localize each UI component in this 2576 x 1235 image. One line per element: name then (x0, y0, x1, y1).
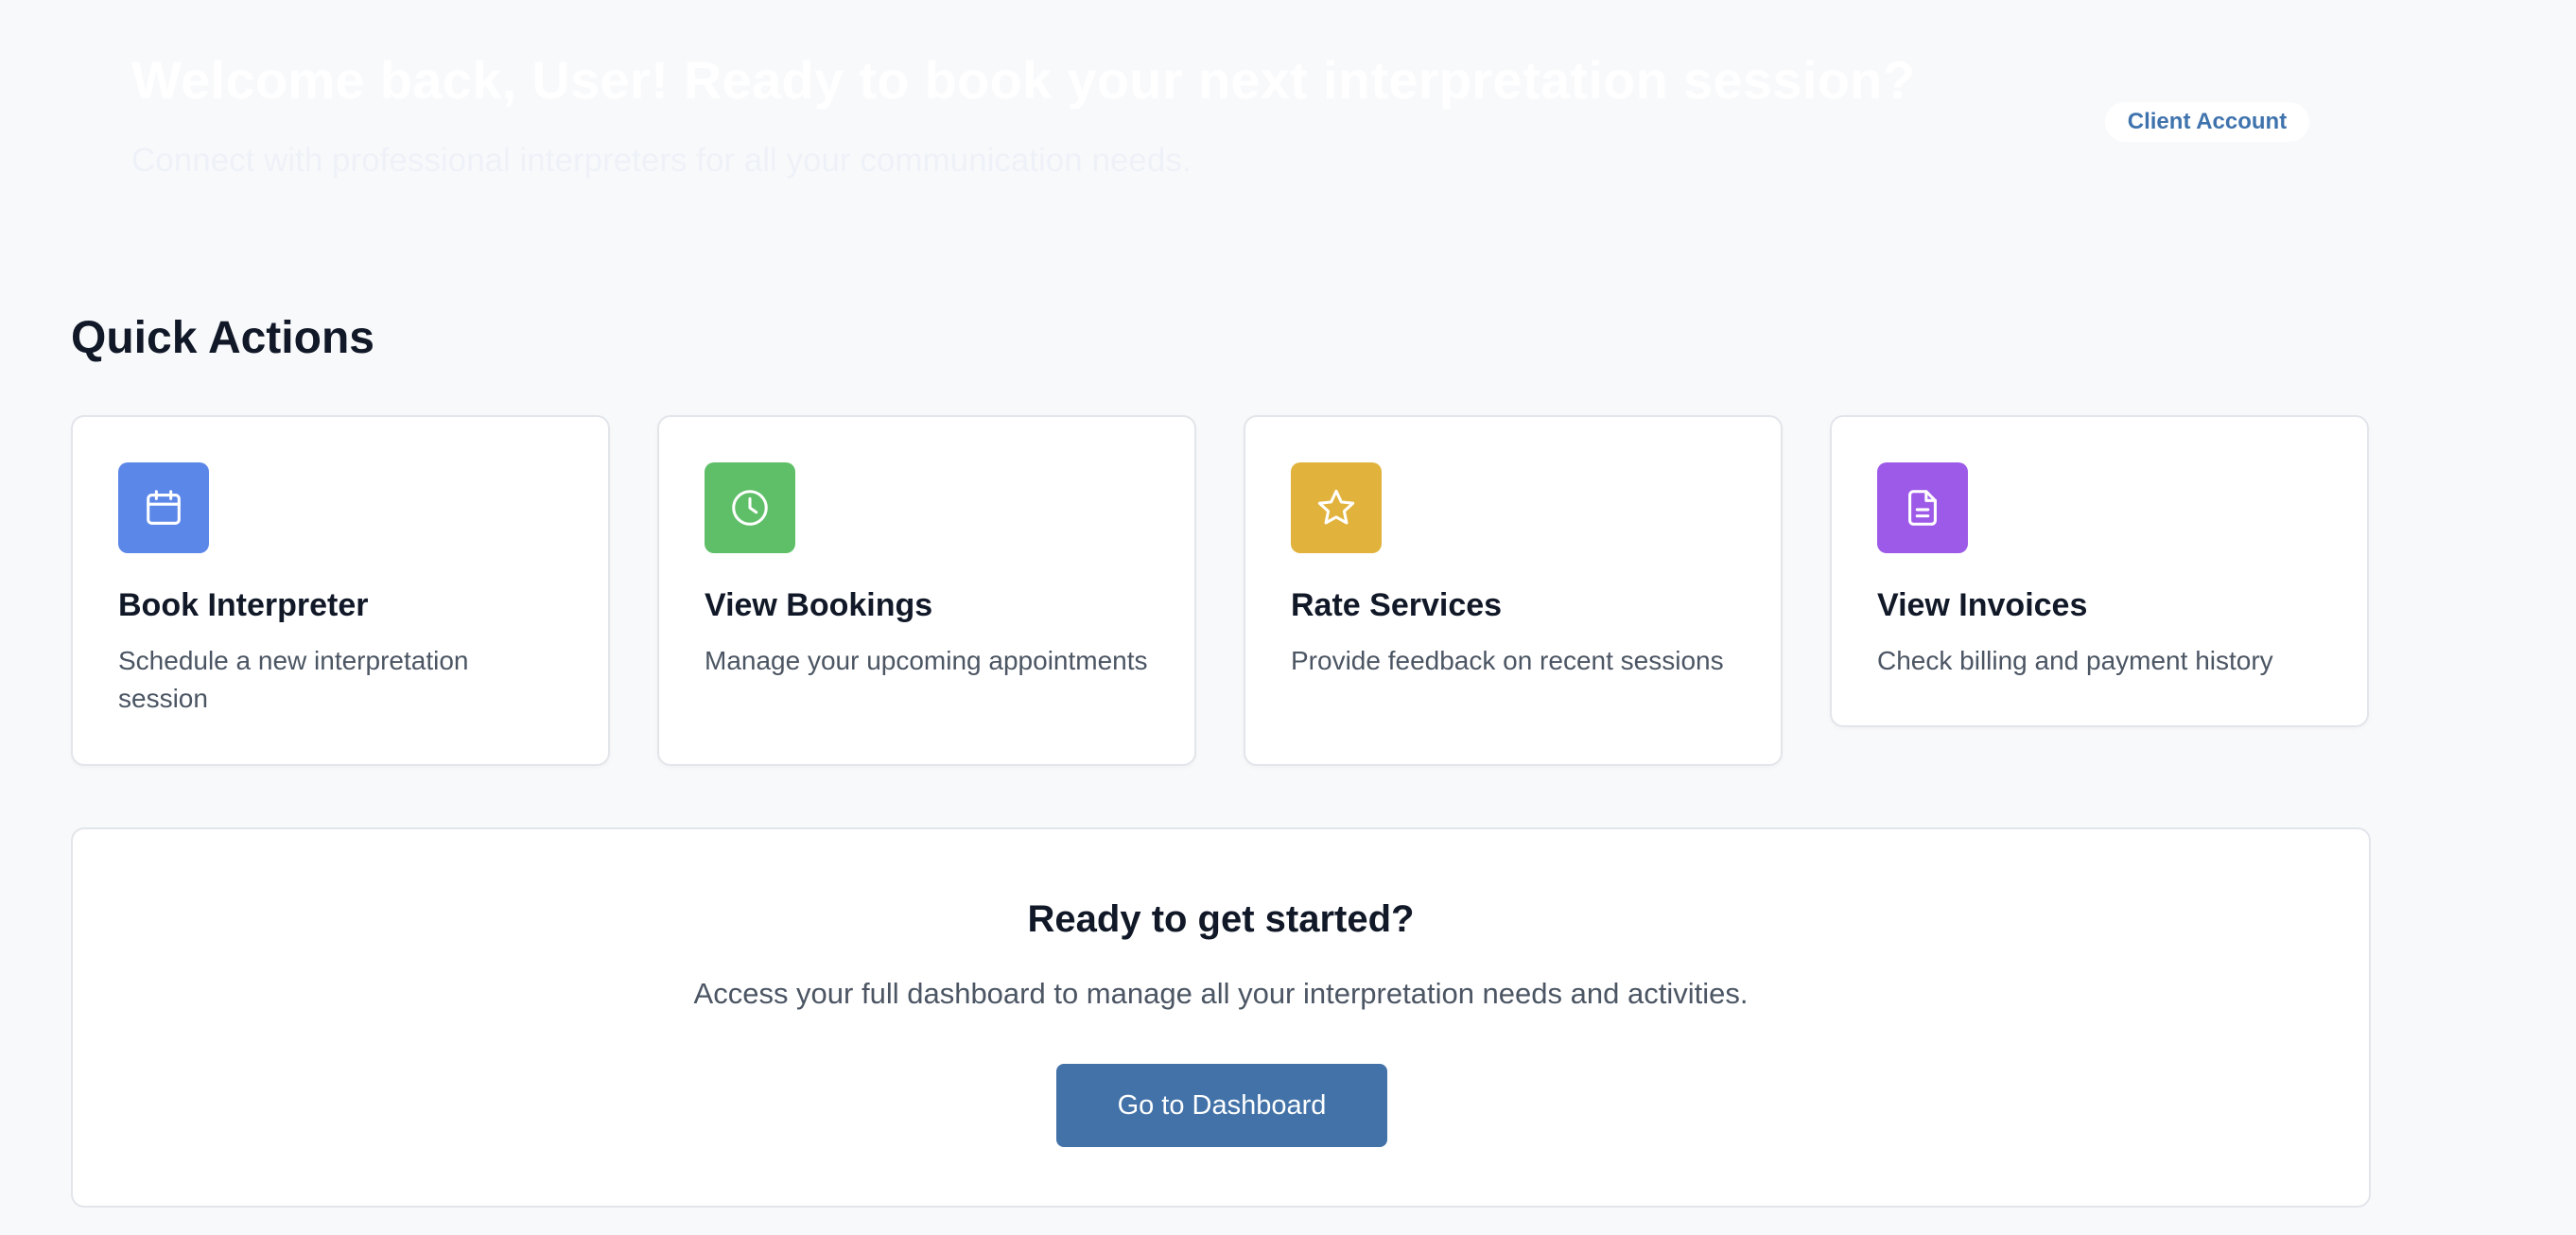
card-description: Schedule a new interpretation session (118, 646, 469, 713)
welcome-title: Welcome back, User! Ready to book your n… (131, 50, 1916, 110)
card-title: View Bookings (705, 587, 933, 623)
get-started-panel: Ready to get started? Access your full d… (71, 827, 2371, 1208)
star-icon (1291, 462, 1382, 553)
account-type-badge: Client Account (2105, 102, 2309, 142)
clock-icon (705, 462, 795, 553)
welcome-hero: Welcome back, User! Ready to book your n… (0, 0, 2576, 217)
card-description: Manage your upcoming appointments (705, 646, 1148, 675)
rate-services-card[interactable]: Rate Services Provide feedback on recent… (1244, 415, 1783, 766)
view-bookings-card[interactable]: View Bookings Manage your upcoming appoi… (657, 415, 1196, 766)
card-title: View Invoices (1877, 587, 2088, 623)
calendar-icon (118, 462, 209, 553)
card-title: Book Interpreter (118, 587, 369, 623)
card-description: Provide feedback on recent sessions (1291, 646, 1724, 675)
go-to-dashboard-button[interactable]: Go to Dashboard (1056, 1064, 1387, 1147)
card-title: Rate Services (1291, 587, 1503, 623)
get-started-title: Ready to get started? (1027, 898, 1415, 940)
document-icon (1877, 462, 1968, 553)
view-invoices-card[interactable]: View Invoices Check billing and payment … (1830, 415, 2369, 727)
welcome-subtitle: Connect with professional interpreters f… (131, 142, 1192, 179)
book-interpreter-card[interactable]: Book Interpreter Schedule a new interpre… (71, 415, 610, 766)
card-description: Check billing and payment history (1877, 646, 2273, 675)
get-started-text: Access your full dashboard to manage all… (693, 977, 1749, 1010)
quick-actions-heading: Quick Actions (71, 313, 374, 363)
